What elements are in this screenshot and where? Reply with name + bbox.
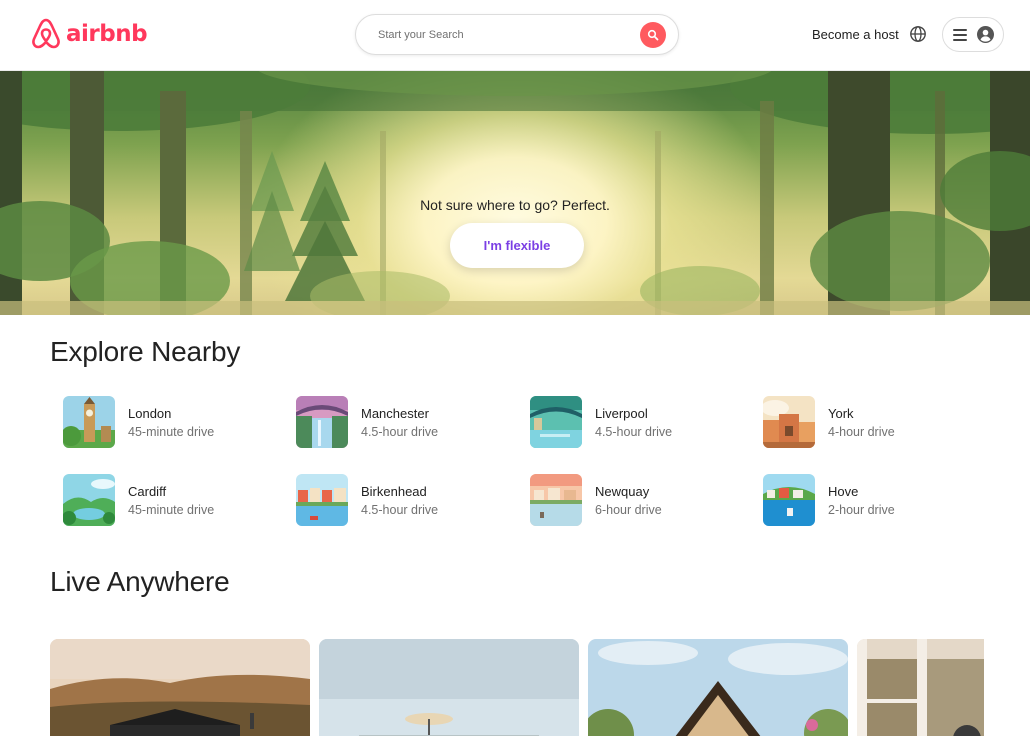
london-thumbnail <box>63 396 115 448</box>
top-header: airbnb Become a host <box>0 0 1030 71</box>
im-flexible-button[interactable]: I'm flexible <box>450 223 584 268</box>
nearby-item-london[interactable]: London 45-minute drive <box>63 396 283 448</box>
airbnb-logo-icon <box>32 18 60 49</box>
search-icon <box>647 29 659 41</box>
live-card-unique-stays[interactable] <box>319 639 579 736</box>
explore-nearby-heading: Explore Nearby <box>50 336 241 367</box>
nearby-item-hove[interactable]: Hove 2-hour drive <box>763 474 983 526</box>
search-button[interactable] <box>640 22 666 48</box>
nearby-city: Hove <box>828 483 859 499</box>
nearby-drive: 2-hour drive <box>828 502 895 517</box>
nearby-item-liverpool[interactable]: Liverpool 4.5-hour drive <box>530 396 750 448</box>
nearby-drive: 4-hour drive <box>828 424 895 439</box>
newquay-thumbnail <box>530 474 582 526</box>
user-menu-button[interactable] <box>942 17 1004 52</box>
nearby-city: York <box>828 405 854 421</box>
nearby-item-newquay[interactable]: Newquay 6-hour drive <box>530 474 750 526</box>
menu-icon <box>953 28 967 41</box>
nearby-item-york[interactable]: York 4-hour drive <box>763 396 983 448</box>
nearby-item-manchester[interactable]: Manchester 4.5-hour drive <box>296 396 516 448</box>
nearby-city: Birkenhead <box>361 483 427 499</box>
nearby-drive: 4.5-hour drive <box>595 424 673 439</box>
live-card-entire-homes[interactable] <box>588 639 848 736</box>
forest-illustration <box>0 71 1030 315</box>
nearby-drive: 6-hour drive <box>595 502 662 517</box>
live-card-outdoor-getaways[interactable] <box>50 639 310 736</box>
airbnb-logo[interactable]: airbnb <box>30 17 148 51</box>
nearby-city: Manchester <box>361 405 429 421</box>
nearby-item-cardiff[interactable]: Cardiff 45-minute drive <box>63 474 283 526</box>
liverpool-thumbnail <box>530 396 582 448</box>
hero-banner: Not sure where to go? Perfect. I'm flexi… <box>0 71 1030 315</box>
nearby-city: Cardiff <box>128 483 167 499</box>
become-host-link[interactable]: Become a host <box>812 27 899 42</box>
search-bar[interactable] <box>355 14 679 55</box>
live-card-pets-allowed[interactable] <box>857 639 984 736</box>
manchester-thumbnail <box>296 396 348 448</box>
live-anywhere-carousel <box>50 639 984 736</box>
nearby-city: Newquay <box>595 483 650 499</box>
cardiff-thumbnail <box>63 474 115 526</box>
nearby-drive: 45-minute drive <box>128 424 215 439</box>
hero-tagline: Not sure where to go? Perfect. <box>420 197 610 213</box>
birkenhead-thumbnail <box>296 474 348 526</box>
user-avatar-icon <box>977 26 994 43</box>
nearby-drive: 45-minute drive <box>128 502 215 517</box>
nearby-city: Liverpool <box>595 405 648 421</box>
logo-text: airbnb <box>66 21 148 47</box>
search-input[interactable] <box>378 26 628 44</box>
nearby-drive: 4.5-hour drive <box>361 424 439 439</box>
nearby-city: London <box>128 405 172 421</box>
nearby-item-birkenhead[interactable]: Birkenhead 4.5-hour drive <box>296 474 516 526</box>
nearby-drive: 4.5-hour drive <box>361 502 439 517</box>
live-anywhere-heading: Live Anywhere <box>50 566 230 597</box>
hove-thumbnail <box>763 474 815 526</box>
globe-icon[interactable] <box>909 25 927 43</box>
york-thumbnail <box>763 396 815 448</box>
